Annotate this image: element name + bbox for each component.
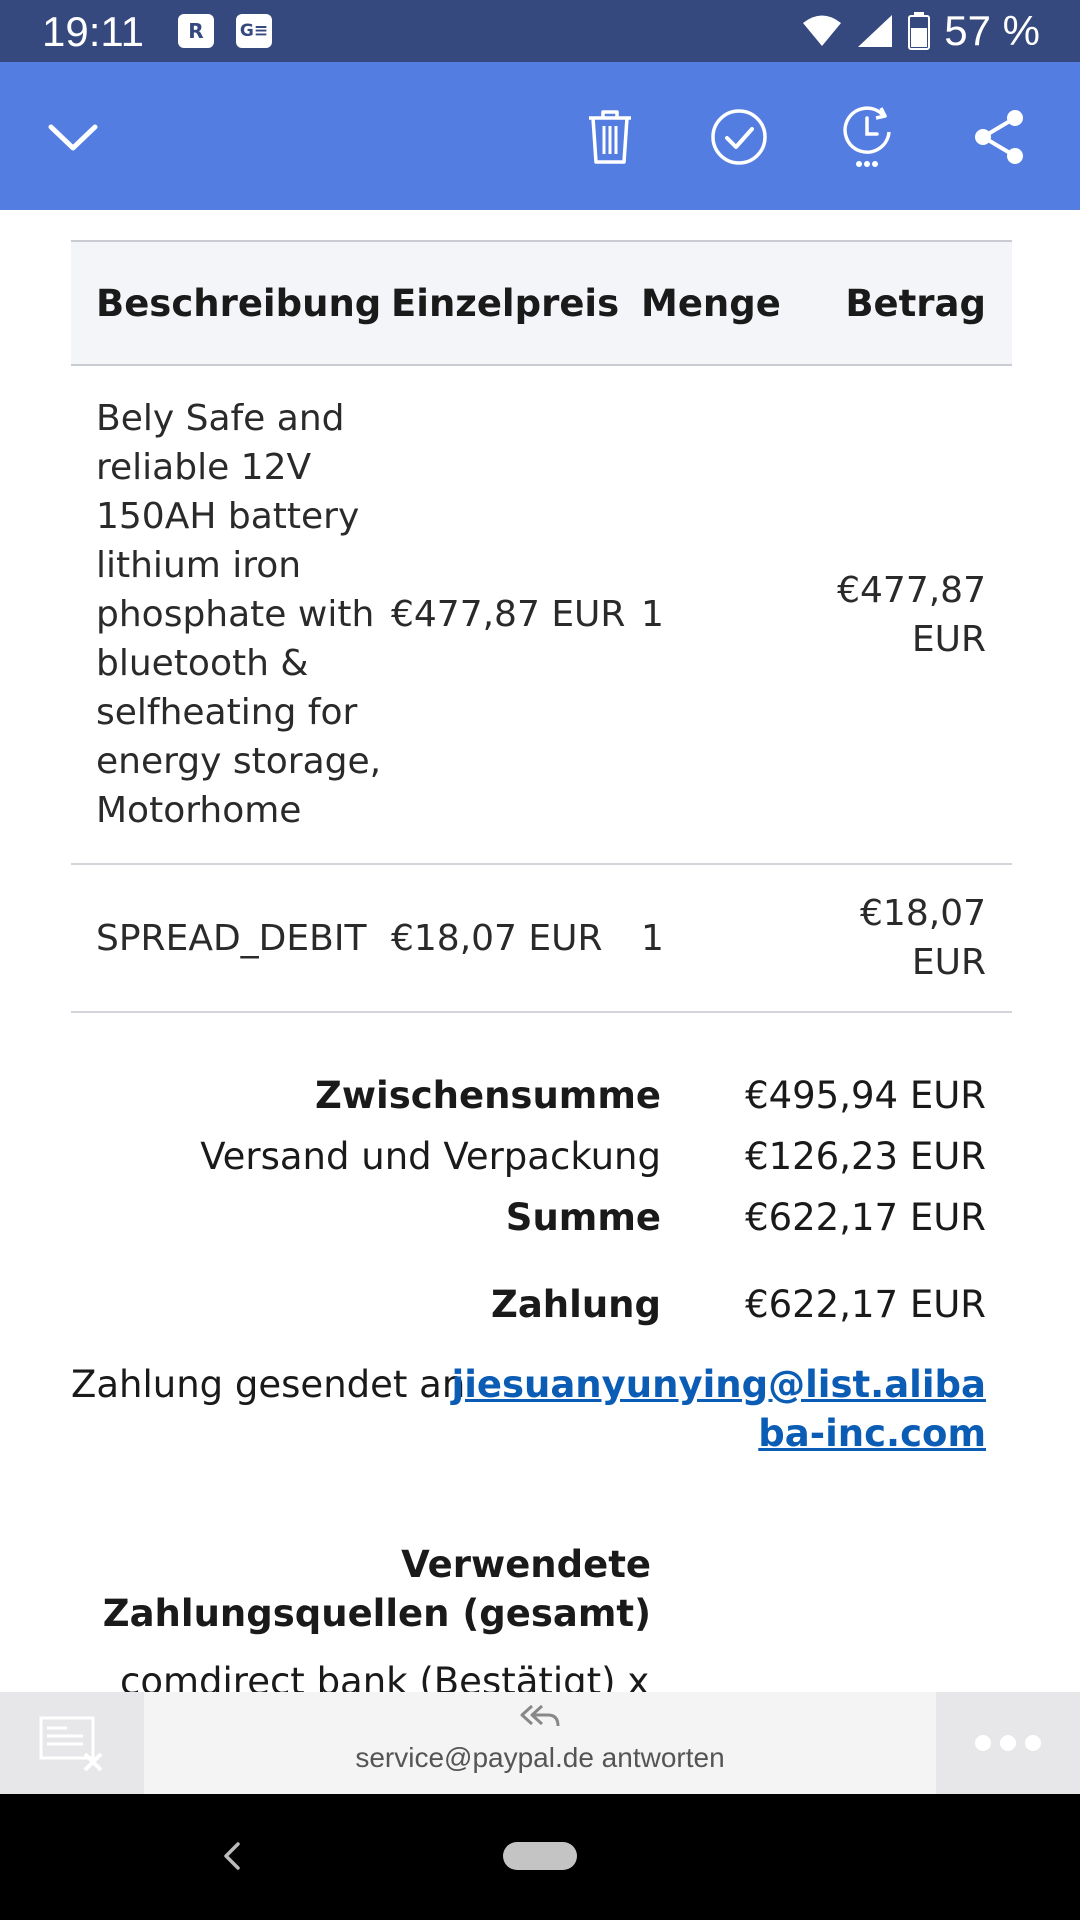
- discard-draft-icon: [39, 1716, 103, 1772]
- subtotal-value: €495,94 EUR: [745, 1074, 986, 1117]
- share-icon: [975, 110, 1023, 164]
- share-button[interactable]: [964, 102, 1034, 172]
- recipient-email-link[interactable]: jiesuanyunying@list.alibaba-inc.com: [445, 1360, 986, 1458]
- reply-label: service@paypal.de antworten: [355, 1742, 725, 1773]
- item-amount: €18,07 EUR: [801, 864, 1012, 1013]
- item-quantity: 1: [641, 864, 801, 1013]
- wifi-icon: [803, 15, 842, 46]
- collapse-button[interactable]: [38, 102, 108, 172]
- reply-all-icon: [520, 1704, 560, 1727]
- status-time: 19:11: [42, 8, 144, 55]
- system-nav-bar: [0, 1794, 1080, 1920]
- total-row: Summe €622,17 EUR: [71, 1196, 986, 1246]
- table-row: Bely Safe and reliable 12V 150AH battery…: [71, 365, 1012, 865]
- check-circle-icon: [711, 109, 767, 165]
- payment-value: €622,17 EUR: [745, 1283, 986, 1326]
- trash-icon: [589, 110, 631, 164]
- notification-mail-icon: G≡: [236, 14, 272, 48]
- chevron-down-icon: [48, 124, 98, 151]
- table-header-row: Beschreibung Einzelpreis Menge Betrag: [71, 240, 1012, 366]
- more-options-button[interactable]: [936, 1692, 1080, 1794]
- mark-done-button[interactable]: [704, 102, 774, 172]
- invoice-table: Beschreibung Einzelpreis Menge Betrag Be…: [71, 240, 1012, 1013]
- status-bar: 19:11 R G≡ 57 %: [0, 0, 1080, 62]
- col-header-quantity: Menge: [641, 240, 801, 366]
- item-unit-price: €18,07 EUR: [391, 864, 641, 1013]
- more-icon: [975, 1735, 1041, 1751]
- payment-row: Zahlung €622,17 EUR: [71, 1283, 986, 1333]
- total-value: €622,17 EUR: [745, 1196, 986, 1239]
- shipping-label: Versand und Verpackung: [200, 1135, 661, 1178]
- snooze-button[interactable]: [834, 102, 904, 172]
- draft-discard-button[interactable]: [0, 1692, 144, 1794]
- total-label: Summe: [505, 1196, 661, 1239]
- back-button[interactable]: [210, 1828, 260, 1888]
- item-unit-price: €477,87 EUR: [391, 365, 641, 865]
- payment-recipient-text: Zahlung gesendet an: [71, 1363, 466, 1406]
- back-arrow-icon: [224, 1842, 240, 1870]
- notification-app-icon: R: [178, 14, 214, 48]
- payment-label: Zahlung: [491, 1283, 661, 1326]
- shipping-value: €126,23 EUR: [745, 1135, 986, 1178]
- status-indicators: 57 %: [802, 7, 1040, 54]
- col-header-description: Beschreibung: [71, 240, 391, 366]
- reply-all-icon-wrap: [144, 1704, 936, 1732]
- payment-source-line: comdirect bank (Bestätigt) x-: [120, 1660, 650, 1692]
- email-body[interactable]: Beschreibung Einzelpreis Menge Betrag Be…: [0, 210, 1080, 1692]
- subtotal-row: Zwischensumme €495,94 EUR: [71, 1074, 986, 1124]
- signal-icon: [858, 15, 893, 47]
- col-header-amount: Betrag: [801, 240, 1012, 366]
- table-row: SPREAD_DEBIT €18,07 EUR 1 €18,07 EUR: [71, 864, 1012, 1013]
- snooze-icon: [843, 106, 891, 167]
- home-button[interactable]: [503, 1842, 577, 1870]
- subtotal-label: Zwischensumme: [315, 1074, 661, 1117]
- message-toolbar: [0, 62, 1080, 210]
- item-description: Bely Safe and reliable 12V 150AH battery…: [71, 365, 391, 865]
- battery-icon: [908, 12, 931, 50]
- item-amount: €477,87 EUR: [801, 365, 1012, 865]
- delete-button[interactable]: [575, 102, 645, 172]
- col-header-unit-price: Einzelpreis: [391, 240, 641, 366]
- payment-sources-title: Verwendete Zahlungsquellen (gesamt): [102, 1543, 651, 1635]
- reply-button[interactable]: service@paypal.de antworten: [144, 1692, 936, 1794]
- shipping-row: Versand und Verpackung €126,23 EUR: [71, 1135, 986, 1185]
- reply-bar: service@paypal.de antworten: [0, 1692, 1080, 1794]
- battery-percent: 57 %: [944, 7, 1040, 54]
- item-quantity: 1: [641, 365, 801, 865]
- item-description: SPREAD_DEBIT: [71, 864, 391, 1013]
